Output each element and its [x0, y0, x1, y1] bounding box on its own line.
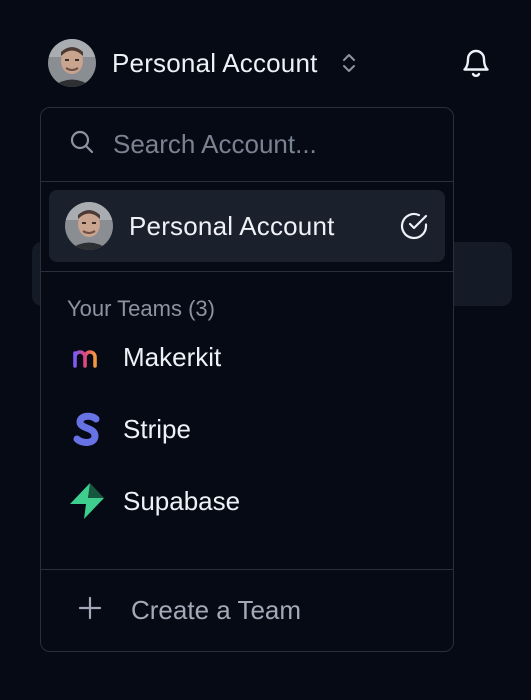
user-avatar — [48, 39, 96, 87]
team-item-supabase[interactable]: Supabase — [67, 479, 240, 523]
account-dropdown: Personal Account Your Teams (3) Makerkit… — [40, 107, 454, 652]
teams-heading: Your Teams (3) — [67, 296, 215, 321]
team-name: Makerkit — [123, 341, 222, 372]
supabase-logo — [67, 481, 107, 521]
plus-icon — [77, 595, 103, 626]
user-avatar — [65, 202, 113, 250]
create-team-button[interactable]: Create a Team — [41, 570, 453, 650]
makerkit-logo — [67, 337, 107, 377]
search-icon — [69, 129, 95, 160]
team-item-stripe[interactable]: Stripe — [67, 407, 191, 451]
personal-account-option[interactable]: Personal Account — [49, 190, 445, 262]
check-circle-icon — [399, 211, 429, 246]
account-name: Personal Account — [112, 47, 318, 78]
team-name: Supabase — [123, 485, 241, 516]
account-switcher-trigger[interactable]: Personal Account — [48, 38, 356, 88]
search-input[interactable] — [113, 129, 413, 160]
team-name: Stripe — [123, 413, 191, 444]
stripe-logo — [67, 409, 107, 449]
search-row — [41, 108, 453, 182]
chevrons-up-down-icon — [342, 52, 356, 74]
teams-section: Your Teams (3) Makerkit Stripe Supabase — [41, 272, 453, 570]
selected-account-section: Personal Account — [41, 182, 453, 272]
bell-icon[interactable] — [460, 46, 492, 85]
team-item-makerkit[interactable]: Makerkit — [67, 335, 221, 379]
personal-account-label: Personal Account — [129, 210, 335, 241]
create-team-label: Create a Team — [131, 594, 302, 625]
